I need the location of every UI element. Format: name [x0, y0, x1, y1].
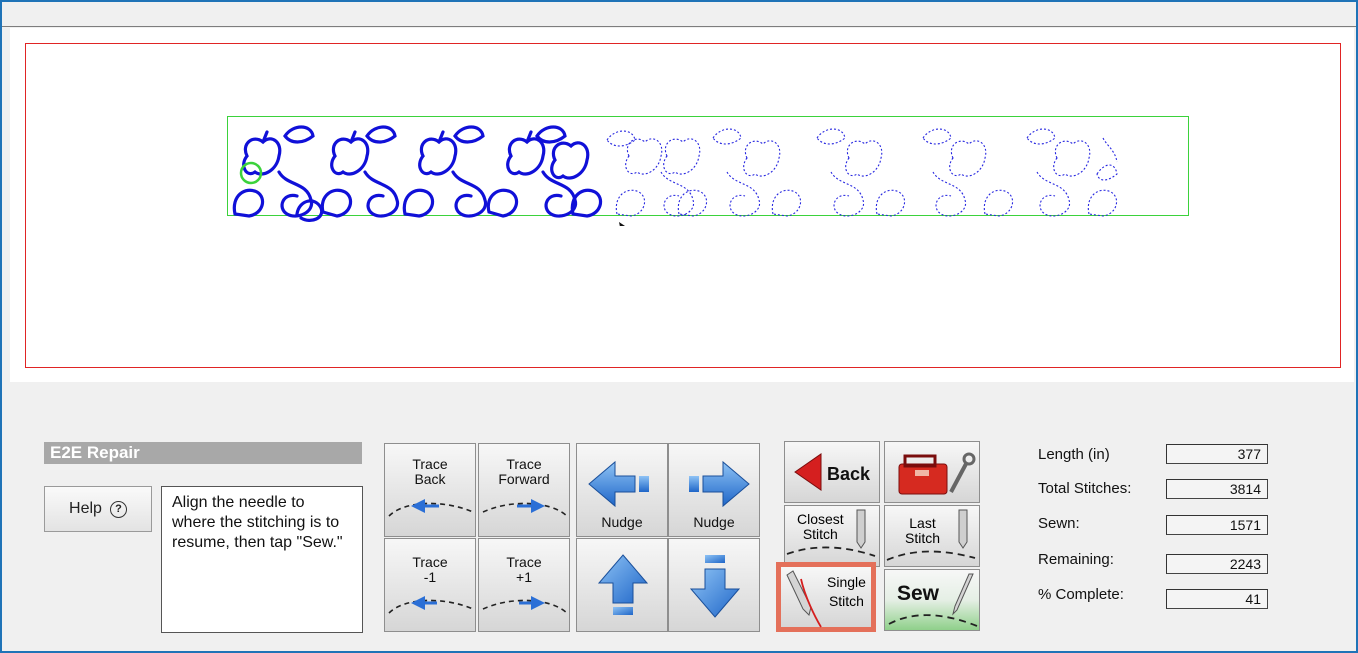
app-window: E2E Repair Help ? Align the needle to wh…: [0, 0, 1358, 653]
stat-total-label: Total Stitches:: [1038, 480, 1132, 497]
help-label: Help: [69, 500, 102, 517]
arrow-down-icon: [689, 555, 741, 618]
stat-remaining-value: 2243: [1166, 554, 1268, 574]
stat-complete-label: % Complete:: [1038, 586, 1124, 603]
design-canvas[interactable]: [10, 28, 1354, 382]
panel-title: E2E Repair: [44, 442, 362, 464]
back-label: Back: [827, 464, 871, 484]
trace-minus-arrow-icon: [388, 596, 474, 614]
stat-length-label: Length (in): [1038, 446, 1110, 463]
tools-button[interactable]: [884, 441, 980, 503]
trace-forward-button[interactable]: Trace Forward: [478, 443, 570, 537]
quilt-design-preview: [232, 125, 1118, 226]
trace-plus-arrow-icon: [482, 596, 568, 614]
sew-label: Sew: [897, 582, 940, 605]
title-bar: [2, 2, 1356, 27]
help-button[interactable]: Help ?: [44, 486, 152, 532]
trace-back-button[interactable]: Trace Back: [384, 443, 476, 537]
sew-button[interactable]: Sew: [884, 569, 980, 631]
nudge-down-button[interactable]: [668, 538, 760, 632]
sew-needle-icon: Sew: [888, 573, 978, 627]
stat-complete-value: 41: [1166, 589, 1268, 609]
stat-total-value: 3814: [1166, 479, 1268, 499]
arrow-up-icon: [597, 554, 649, 615]
closest-stitch-button[interactable]: Closest Stitch: [784, 505, 880, 567]
trace-minus-one-button[interactable]: Trace -1: [384, 538, 476, 632]
trace-plus-one-button[interactable]: Trace +1: [478, 538, 570, 632]
nudge-left-label: Nudge: [601, 514, 643, 530]
nudge-left-button[interactable]: Nudge: [576, 443, 668, 537]
single-stitch-label: Single Stitch: [827, 574, 866, 609]
nudge-right-button[interactable]: Nudge: [668, 443, 760, 537]
nudge-right-label: Nudge: [693, 514, 735, 530]
back-arrow-icon: Back: [794, 453, 871, 491]
back-button[interactable]: Back: [784, 441, 880, 503]
trace-forward-arrow-icon: [482, 499, 568, 517]
trace-back-arrow-icon: [388, 499, 474, 517]
instruction-message: Align the needle to where the stitching …: [161, 486, 363, 633]
needle-icon: [886, 509, 976, 561]
needle-icon: [786, 509, 876, 557]
last-stitch-button[interactable]: Last Stitch: [884, 505, 980, 567]
stat-sewn-value: 1571: [1166, 515, 1268, 535]
single-stitch-button[interactable]: Single Stitch: [776, 562, 876, 632]
stat-length-value: 377: [1166, 444, 1268, 464]
nudge-up-button[interactable]: [576, 538, 668, 632]
question-circle-icon: ?: [109, 500, 127, 518]
stat-remaining-label: Remaining:: [1038, 551, 1114, 568]
stat-sewn-label: Sewn:: [1038, 515, 1080, 532]
toolbox-icon: [898, 452, 976, 495]
